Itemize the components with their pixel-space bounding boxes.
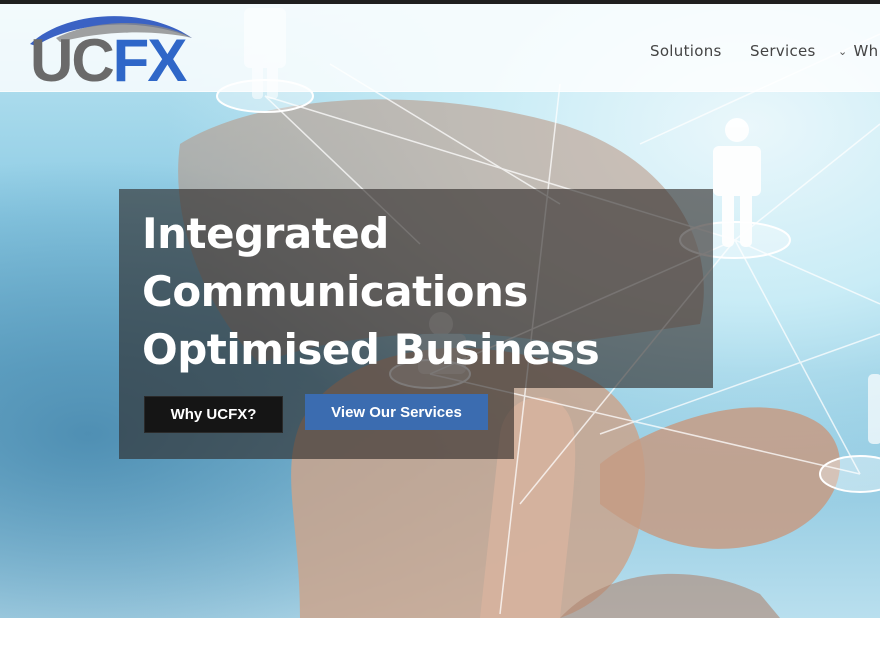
hero-heading: Integrated Communications Optimised Busi… — [142, 205, 702, 379]
ucfx-logo[interactable]: UCFX — [26, 6, 196, 91]
page-below-hero — [0, 618, 880, 660]
site-header: UCFX Solutions Services ⌄ Wh — [0, 4, 880, 92]
nav-item-more[interactable]: ⌄ Wh — [838, 42, 878, 60]
hero-heading-line-2: Communications — [142, 267, 528, 316]
hero-heading-line-3: Optimised Business — [142, 325, 600, 374]
chevron-down-icon: ⌄ — [838, 45, 848, 58]
logo-wordmark: UCFX — [30, 31, 187, 91]
hero-heading-line-1: Integrated — [142, 209, 389, 258]
nav-item-services[interactable]: Services — [750, 42, 816, 60]
view-services-button[interactable]: View Our Services — [305, 394, 488, 430]
logo-uc-text: UC — [30, 27, 115, 94]
nav-item-solutions[interactable]: Solutions — [650, 42, 722, 60]
why-ucfx-button[interactable]: Why UCFX? — [144, 396, 283, 433]
logo-fx-text: FX — [112, 27, 188, 94]
nav-item-more-label: Wh — [853, 42, 879, 60]
